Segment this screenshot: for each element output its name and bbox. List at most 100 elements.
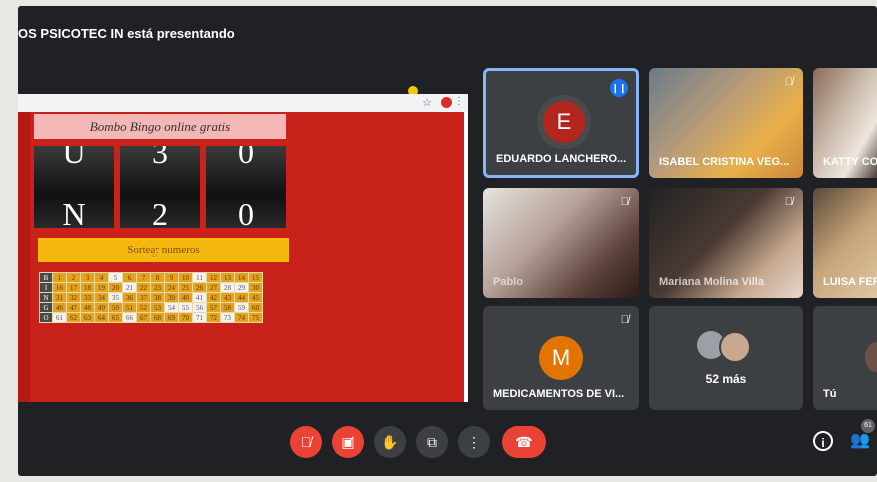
bingo-number-cell: 61 (52, 312, 67, 323)
bingo-number-cell: 46 (52, 302, 67, 313)
bingo-number-cell: 56 (192, 302, 207, 313)
self-tile[interactable]: Tú (813, 306, 877, 410)
people-count-badge: 61 (861, 419, 875, 433)
participant-tile-6[interactable]: LUISA FER (813, 188, 877, 298)
participant-tile-2[interactable]: 🎙̸ ISABEL CRISTINA VEG... (649, 68, 803, 178)
avatar (719, 331, 751, 363)
raise-hand-icon: ✋ (381, 434, 399, 450)
bingo-row: B 1 2 3 4 5 6 7 8 9 10 11 12 13 14 15 (39, 272, 263, 283)
bingo-number-cell: 73 (220, 312, 235, 323)
bingo-number-cell: 30 (248, 282, 263, 293)
participant-tile-4[interactable]: 🎙̸ Pablo (483, 188, 639, 298)
self-video (865, 342, 877, 372)
mic-off-button[interactable]: 🎙̸ (290, 426, 322, 458)
bingo-number-cell: 25 (178, 282, 193, 293)
ball-bottom-digit: 2 (152, 196, 168, 228)
bingo-page: Bombo Bingo online gratis U N 3 2 0 0 So… (18, 112, 464, 402)
bingo-number-cell: 27 (206, 282, 221, 293)
bingo-number-cell: 59 (234, 302, 249, 313)
mic-off-icon: 🎙̸ (784, 196, 793, 208)
bingo-number-cell: 29 (234, 282, 249, 293)
bingo-number-cell: 22 (136, 282, 151, 293)
participant-name: LUISA FER (823, 276, 877, 288)
bingo-number-cell: 47 (66, 302, 81, 313)
bingo-number-cell: 14 (234, 272, 249, 283)
bingo-number-cell: 34 (94, 292, 109, 303)
present-button[interactable]: ⧉ (416, 426, 448, 458)
participant-tile-1[interactable]: E ❙❙ EDUARDO LANCHERO... (483, 68, 639, 178)
bingo-number-cell: 13 (220, 272, 235, 283)
bingo-number-cell: 69 (164, 312, 179, 323)
bingo-number-cell: 4 (94, 272, 109, 283)
present-screen-icon: ⧉ (427, 434, 437, 450)
bingo-ball-2: 3 2 (120, 146, 200, 228)
participant-name: EDUARDO LANCHERO... (496, 153, 627, 165)
bingo-number-cell: 74 (234, 312, 249, 323)
bingo-number-cell: 44 (234, 292, 249, 303)
mic-off-icon: 🎙̸ (300, 434, 312, 450)
bingo-number-cell: 42 (206, 292, 221, 303)
bingo-number-cell: 71 (192, 312, 207, 323)
camera-off-button[interactable]: ▣̸ (332, 426, 364, 458)
bingo-number-board: B 1 2 3 4 5 6 7 8 9 10 11 12 13 14 15 I 16 17 18 19 20 21 22 23 2… (39, 272, 263, 323)
bingo-number-cell: 67 (136, 312, 151, 323)
speaking-indicator-icon: ❙❙ (610, 79, 628, 97)
bingo-number-cell: 6 (122, 272, 137, 283)
avatar: E (543, 101, 585, 143)
bingo-number-cell: 9 (164, 272, 179, 283)
self-label: Tú (823, 388, 837, 400)
browser-toolbar: ☆ ⋮ (18, 94, 468, 112)
bingo-number-cell: 35 (108, 292, 123, 303)
extension-icon[interactable] (441, 97, 452, 108)
raise-hand-button[interactable]: ✋ (374, 426, 406, 458)
mic-off-icon: 🎙̸ (620, 196, 629, 208)
bingo-number-cell: 50 (108, 302, 123, 313)
bingo-letter: G (39, 302, 53, 313)
participant-name: MEDICAMENTOS DE VI... (493, 388, 625, 400)
participant-name: KATTY CO (823, 156, 877, 168)
bingo-number-cell: 3 (80, 272, 95, 283)
star-icon[interactable]: ☆ (422, 96, 432, 109)
bingo-number-cell: 70 (178, 312, 193, 323)
ball-top-digit: 3 (152, 146, 168, 170)
meet-window: OS PSICOTEC IN está presentando ☆ ⋮ Bomb… (18, 6, 877, 476)
shared-screen: ☆ ⋮ Bombo Bingo online gratis U N 3 2 0 … (18, 94, 468, 402)
bingo-number-cell: 8 (150, 272, 165, 283)
participant-tile-7[interactable]: 🎙̸ M MEDICAMENTOS DE VI... (483, 306, 639, 410)
bingo-number-cell: 16 (52, 282, 67, 293)
end-call-button[interactable]: ☎ (502, 426, 546, 458)
bingo-number-cell: 23 (150, 282, 165, 293)
people-icon[interactable]: 👥 (850, 430, 870, 450)
bingo-number-cell: 20 (108, 282, 123, 293)
bingo-number-cell: 31 (52, 292, 67, 303)
participant-name: ISABEL CRISTINA VEG... (659, 156, 790, 168)
bingo-number-cell: 55 (178, 302, 193, 313)
bingo-number-cell: 24 (164, 282, 179, 293)
top-bar: OS PSICOTEC IN está presentando (18, 6, 877, 62)
bingo-number-cell: 11 (192, 272, 207, 283)
info-icon[interactable]: i (813, 431, 833, 451)
bingo-number-cell: 12 (206, 272, 221, 283)
bingo-letter: N (39, 292, 53, 303)
participant-tile-5[interactable]: 🎙̸ Mariana Molina Villa (649, 188, 803, 298)
bingo-number-cell: 40 (178, 292, 193, 303)
ball-top-digit: 0 (238, 146, 254, 170)
bingo-number-cell: 60 (248, 302, 263, 313)
more-participants-tile[interactable]: 52 más (649, 306, 803, 410)
bingo-number-cell: 63 (80, 312, 95, 323)
participant-tile-3[interactable]: KATTY CO (813, 68, 877, 178)
bingo-number-cell: 41 (192, 292, 207, 303)
bingo-number-cell: 57 (206, 302, 221, 313)
participant-name: Mariana Molina Villa (659, 276, 764, 288)
bingo-number-cell: 18 (80, 282, 95, 293)
browser-menu-icon[interactable]: ⋮ (454, 96, 464, 107)
bingo-letter: B (39, 272, 53, 283)
bingo-number-cell: 21 (122, 282, 137, 293)
more-options-button[interactable]: ⋮ (458, 426, 490, 458)
participant-name: Pablo (493, 276, 523, 288)
bingo-number-cell: 1 (52, 272, 67, 283)
bingo-letter: O (39, 312, 53, 323)
bingo-number-cell: 15 (248, 272, 263, 283)
bingo-letter: I (39, 282, 53, 293)
draw-numbers-button[interactable]: Sortear numeros (38, 238, 289, 262)
